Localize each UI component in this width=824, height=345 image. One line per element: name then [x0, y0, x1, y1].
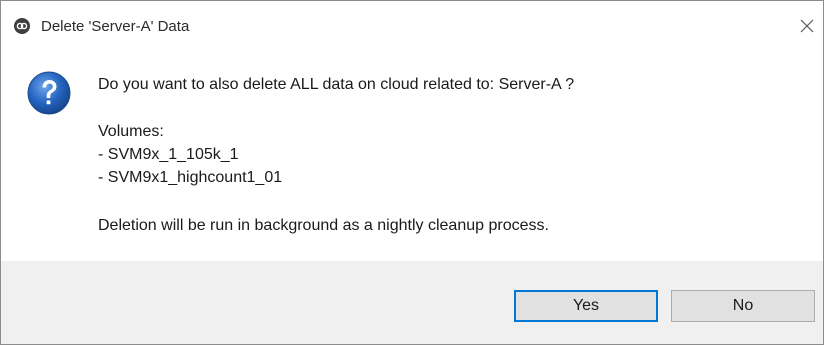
question-icon — [26, 70, 72, 116]
title-bar: Delete 'Server-A' Data — [1, 1, 823, 49]
close-icon[interactable] — [796, 15, 818, 37]
note-text: Deletion will be run in background as a … — [98, 217, 549, 234]
delete-data-dialog: Delete 'Server-A' Data Do you want to al… — [0, 0, 824, 345]
volumes-header: Volumes: — [98, 123, 164, 140]
yes-button[interactable]: Yes — [514, 290, 658, 322]
no-button[interactable]: No — [671, 290, 815, 322]
volume-item: - SVM9x1_highcount1_01 — [98, 169, 283, 186]
question-text: Do you want to also delete ALL data on c… — [98, 76, 575, 93]
window-title: Delete 'Server-A' Data — [41, 18, 190, 35]
volume-item: - SVM9x_1_105k_1 — [98, 146, 239, 163]
app-logo-icon — [14, 18, 30, 34]
